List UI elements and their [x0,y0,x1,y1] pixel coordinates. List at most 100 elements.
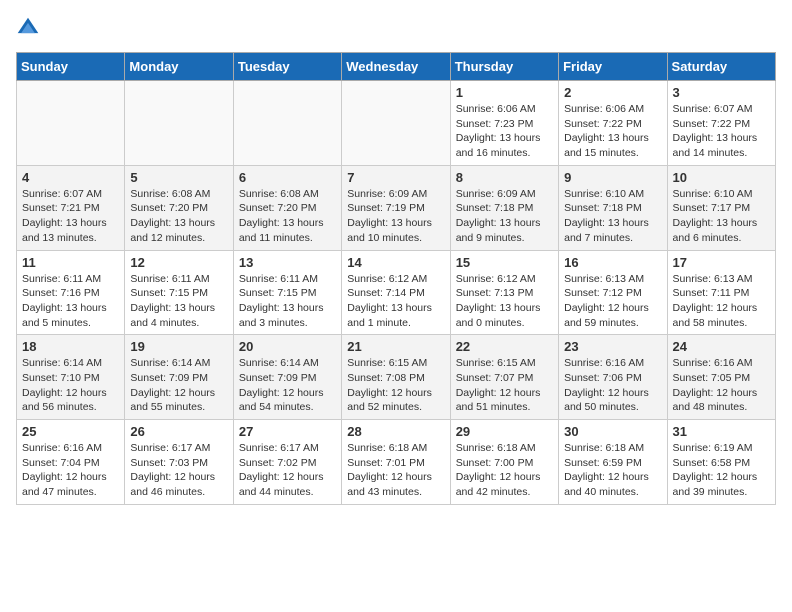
calendar-cell: 29Sunrise: 6:18 AM Sunset: 7:00 PM Dayli… [450,420,558,505]
day-number: 2 [564,85,661,100]
day-info: Sunrise: 6:09 AM Sunset: 7:19 PM Dayligh… [347,187,444,246]
day-number: 15 [456,255,553,270]
day-info: Sunrise: 6:06 AM Sunset: 7:22 PM Dayligh… [564,102,661,161]
calendar-cell: 23Sunrise: 6:16 AM Sunset: 7:06 PM Dayli… [559,335,667,420]
day-number: 5 [130,170,227,185]
day-info: Sunrise: 6:14 AM Sunset: 7:10 PM Dayligh… [22,356,119,415]
week-row-5: 25Sunrise: 6:16 AM Sunset: 7:04 PM Dayli… [17,420,776,505]
calendar-cell [125,81,233,166]
day-number: 13 [239,255,336,270]
calendar-cell: 6 Sunrise: 6:08 AM Sunset: 7:20 PM Daylig… [233,165,341,250]
logo-icon [16,16,40,40]
day-info: Sunrise: 6:08 AM Sunset: 7:20 PM Dayligh… [130,187,227,246]
calendar-cell: 31 Sunrise: 6:19 AM Sunset: 6:58 PM Dayli… [667,420,775,505]
day-number: 27 [239,424,336,439]
day-number: 22 [456,339,553,354]
day-info: Sunrise: 6:08 AM Sunset: 7:20 PM Dayligh… [239,187,336,246]
calendar-cell: 12 Sunrise: 6:11 AM Sunset: 7:15 PM Dayli… [125,250,233,335]
day-info: Sunrise: 6:11 AM Sunset: 7:16 PM Dayligh… [22,272,119,331]
day-info: Sunrise: 6:18 AM Sunset: 7:01 PM Dayligh… [347,441,444,500]
logo [16,16,44,40]
calendar-cell: 2 Sunrise: 6:06 AM Sunset: 7:22 PM Daylig… [559,81,667,166]
header-tuesday: Tuesday [233,53,341,81]
day-info: Sunrise: 6:19 AM Sunset: 6:58 PM Dayligh… [673,441,770,500]
day-number: 12 [130,255,227,270]
calendar-header-row: SundayMondayTuesdayWednesdayThursdayFrid… [17,53,776,81]
calendar-cell: 7 Sunrise: 6:09 AM Sunset: 7:19 PM Daylig… [342,165,450,250]
day-number: 10 [673,170,770,185]
day-number: 17 [673,255,770,270]
week-row-4: 18 Sunrise: 6:14 AM Sunset: 7:10 PM Dayli… [17,335,776,420]
day-number: 31 [673,424,770,439]
day-number: 9 [564,170,661,185]
calendar-cell: 9Sunrise: 6:10 AM Sunset: 7:18 PM Daylig… [559,165,667,250]
header-thursday: Thursday [450,53,558,81]
calendar-cell: 11 Sunrise: 6:11 AM Sunset: 7:16 PM Dayli… [17,250,125,335]
calendar-cell: 1 Sunrise: 6:06 AM Sunset: 7:23 PM Daylig… [450,81,558,166]
week-row-2: 4 Sunrise: 6:07 AM Sunset: 7:21 PM Daylig… [17,165,776,250]
calendar-cell: 10 Sunrise: 6:10 AM Sunset: 7:17 PM Dayli… [667,165,775,250]
day-number: 1 [456,85,553,100]
day-info: Sunrise: 6:17 AM Sunset: 7:02 PM Dayligh… [239,441,336,500]
calendar-cell: 21 Sunrise: 6:15 AM Sunset: 7:08 PM Dayli… [342,335,450,420]
calendar-cell: 8 Sunrise: 6:09 AM Sunset: 7:18 PM Daylig… [450,165,558,250]
day-info: Sunrise: 6:12 AM Sunset: 7:14 PM Dayligh… [347,272,444,331]
day-number: 20 [239,339,336,354]
calendar-cell: 13 Sunrise: 6:11 AM Sunset: 7:15 PM Dayli… [233,250,341,335]
calendar-cell [17,81,125,166]
day-info: Sunrise: 6:16 AM Sunset: 7:06 PM Dayligh… [564,356,661,415]
day-info: Sunrise: 6:16 AM Sunset: 7:05 PM Dayligh… [673,356,770,415]
day-info: Sunrise: 6:13 AM Sunset: 7:12 PM Dayligh… [564,272,661,331]
calendar-table: SundayMondayTuesdayWednesdayThursdayFrid… [16,52,776,505]
calendar-cell: 15Sunrise: 6:12 AM Sunset: 7:13 PM Dayli… [450,250,558,335]
day-info: Sunrise: 6:11 AM Sunset: 7:15 PM Dayligh… [130,272,227,331]
day-info: Sunrise: 6:13 AM Sunset: 7:11 PM Dayligh… [673,272,770,331]
day-info: Sunrise: 6:07 AM Sunset: 7:22 PM Dayligh… [673,102,770,161]
header-saturday: Saturday [667,53,775,81]
calendar-cell: 27 Sunrise: 6:17 AM Sunset: 7:02 PM Dayli… [233,420,341,505]
day-number: 24 [673,339,770,354]
day-info: Sunrise: 6:09 AM Sunset: 7:18 PM Dayligh… [456,187,553,246]
day-info: Sunrise: 6:18 AM Sunset: 6:59 PM Dayligh… [564,441,661,500]
header-sunday: Sunday [17,53,125,81]
day-info: Sunrise: 6:14 AM Sunset: 7:09 PM Dayligh… [130,356,227,415]
day-info: Sunrise: 6:10 AM Sunset: 7:17 PM Dayligh… [673,187,770,246]
day-number: 26 [130,424,227,439]
header-friday: Friday [559,53,667,81]
day-number: 4 [22,170,119,185]
header-wednesday: Wednesday [342,53,450,81]
calendar-cell: 19 Sunrise: 6:14 AM Sunset: 7:09 PM Dayli… [125,335,233,420]
day-info: Sunrise: 6:11 AM Sunset: 7:15 PM Dayligh… [239,272,336,331]
calendar-cell: 5 Sunrise: 6:08 AM Sunset: 7:20 PM Daylig… [125,165,233,250]
day-number: 8 [456,170,553,185]
calendar-cell: 14 Sunrise: 6:12 AM Sunset: 7:14 PM Dayli… [342,250,450,335]
day-info: Sunrise: 6:18 AM Sunset: 7:00 PM Dayligh… [456,441,553,500]
day-number: 21 [347,339,444,354]
calendar-cell: 3Sunrise: 6:07 AM Sunset: 7:22 PM Daylig… [667,81,775,166]
day-info: Sunrise: 6:06 AM Sunset: 7:23 PM Dayligh… [456,102,553,161]
day-info: Sunrise: 6:15 AM Sunset: 7:07 PM Dayligh… [456,356,553,415]
day-info: Sunrise: 6:15 AM Sunset: 7:08 PM Dayligh… [347,356,444,415]
header-monday: Monday [125,53,233,81]
day-number: 19 [130,339,227,354]
calendar-cell [342,81,450,166]
calendar-cell: 24 Sunrise: 6:16 AM Sunset: 7:05 PM Dayli… [667,335,775,420]
calendar-cell: 18 Sunrise: 6:14 AM Sunset: 7:10 PM Dayli… [17,335,125,420]
day-number: 16 [564,255,661,270]
calendar-cell: 28Sunrise: 6:18 AM Sunset: 7:01 PM Dayli… [342,420,450,505]
calendar-cell: 20Sunrise: 6:14 AM Sunset: 7:09 PM Dayli… [233,335,341,420]
day-number: 6 [239,170,336,185]
calendar-cell: 30Sunrise: 6:18 AM Sunset: 6:59 PM Dayli… [559,420,667,505]
week-row-1: 1 Sunrise: 6:06 AM Sunset: 7:23 PM Daylig… [17,81,776,166]
calendar-cell: 4 Sunrise: 6:07 AM Sunset: 7:21 PM Daylig… [17,165,125,250]
day-info: Sunrise: 6:07 AM Sunset: 7:21 PM Dayligh… [22,187,119,246]
calendar-cell: 16 Sunrise: 6:13 AM Sunset: 7:12 PM Dayli… [559,250,667,335]
calendar-cell [233,81,341,166]
day-number: 25 [22,424,119,439]
page-header [16,16,776,40]
day-number: 11 [22,255,119,270]
calendar-cell: 25Sunrise: 6:16 AM Sunset: 7:04 PM Dayli… [17,420,125,505]
day-number: 7 [347,170,444,185]
day-number: 18 [22,339,119,354]
day-number: 14 [347,255,444,270]
